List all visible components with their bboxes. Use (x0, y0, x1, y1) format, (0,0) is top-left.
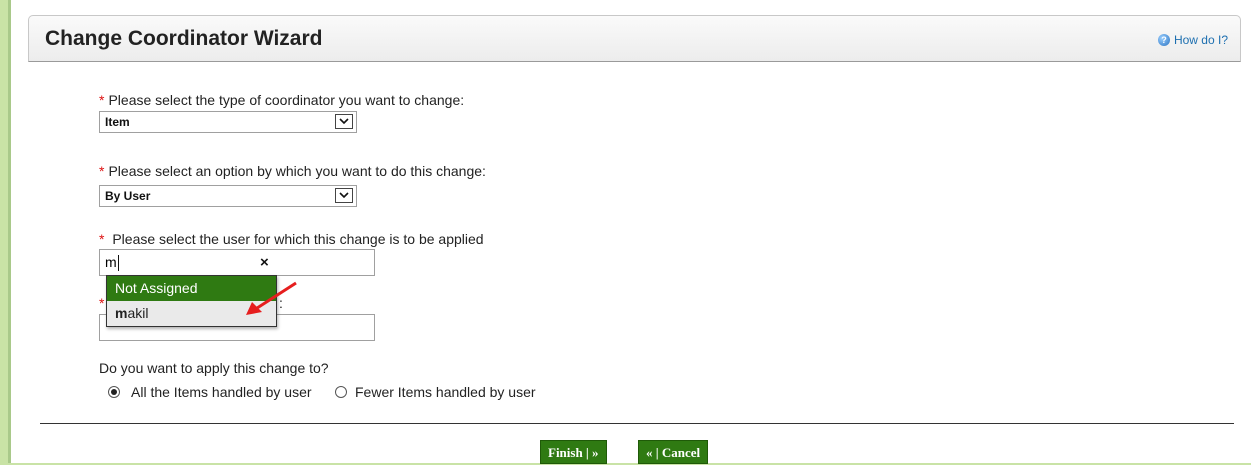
radio-fewer-items-label: Fewer Items handled by user (355, 384, 536, 400)
coordinator-type-value: Item (105, 115, 130, 129)
annotation-arrow-icon (246, 281, 297, 315)
text-caret (117, 255, 119, 272)
clear-icon[interactable]: × (260, 250, 269, 275)
divider (40, 423, 1234, 424)
required-marker: * (99, 163, 105, 179)
change-option-value: By User (105, 189, 151, 203)
apply-scope-question: Do you want to apply this change to? (99, 360, 329, 376)
required-marker: * (99, 295, 105, 311)
user-search-input[interactable]: m × (99, 249, 375, 276)
help-link[interactable]: ? How do I? (1157, 33, 1228, 47)
coordinator-type-label: * Please select the type of coordinator y… (99, 92, 465, 108)
change-option-label: * Please select an option by which you wa… (99, 163, 486, 179)
required-marker: * (99, 92, 105, 108)
option-rest-text: akil (127, 305, 149, 321)
radio-fewer-items[interactable] (335, 386, 347, 398)
help-link-label: How do I? (1173, 33, 1228, 47)
page-title: Change Coordinator Wizard (45, 27, 323, 50)
required-marker: * (99, 231, 105, 247)
radio-all-items-label: All the Items handled by user (131, 384, 312, 400)
chevron-down-icon (335, 188, 353, 203)
help-icon: ? (1157, 34, 1170, 46)
finish-button[interactable]: Finish | » (540, 440, 607, 464)
radio-all-items[interactable] (108, 386, 120, 398)
wizard-header: Change Coordinator Wizard ? How do I? (28, 15, 1241, 62)
chevron-down-icon (335, 114, 353, 129)
cancel-button[interactable]: « | Cancel (638, 440, 709, 464)
option-match-text: m (115, 305, 128, 321)
change-option-select[interactable]: By User (99, 185, 357, 207)
coordinator-type-select[interactable]: Item (99, 111, 357, 133)
user-search-value: m (105, 254, 117, 270)
user-select-label: * Please select the user for which this … (99, 231, 484, 247)
